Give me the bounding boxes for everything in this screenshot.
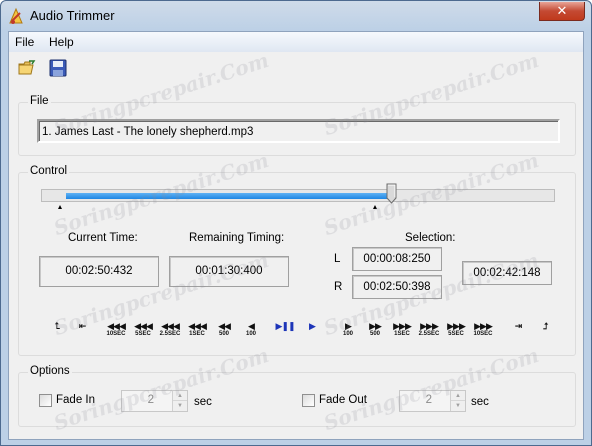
set-left-marker-icon: ⮤ <box>54 321 60 331</box>
position-slider-track[interactable] <box>41 189 555 202</box>
remaining-time-display: 00:01:30:400 <box>169 256 289 287</box>
open-folder-icon[interactable] <box>18 59 36 77</box>
forward-500-button[interactable]: ▶▶ 500 <box>363 321 387 343</box>
fade-out-up-icon[interactable]: ▲ <box>451 391 465 401</box>
fade-out-unit: sec <box>471 396 489 408</box>
app-window: Audio Trimmer ✕ File Help File 1. James … <box>0 0 592 446</box>
set-right-marker-icon: ⮥ <box>542 321 548 331</box>
go-to-right-marker-button[interactable]: ⇥ <box>506 321 530 343</box>
app-icon <box>9 7 23 24</box>
fade-out-checkbox[interactable] <box>302 394 315 407</box>
current-time-label: Current Time: <box>68 232 138 244</box>
back-5sec-icon: ◀◀◀ <box>134 321 153 331</box>
fade-out-value: 2 <box>425 394 432 406</box>
left-time-label: L <box>334 253 341 265</box>
options-group <box>18 372 576 427</box>
forward-100-icon: ▶ <box>345 321 352 331</box>
back-2.5sec-icon: ◀◀◀ <box>161 321 180 331</box>
go-to-left-marker-icon: ⇤ <box>78 321 86 331</box>
fade-in-unit: sec <box>194 396 212 408</box>
left-marker-icon <box>58 205 62 209</box>
menu-help[interactable]: Help <box>49 35 74 49</box>
back-2.5sec-button[interactable]: ◀◀◀ 2.5SEC <box>158 321 182 343</box>
current-time-display: 00:02:50:432 <box>39 256 159 287</box>
back-1sec-icon: ◀◀◀ <box>188 321 207 331</box>
back-10sec-button[interactable]: ◀◀◀ 10SEC <box>104 321 128 343</box>
transport-step-label: 10SEC <box>106 331 126 337</box>
fade-in-down-icon[interactable]: ▼ <box>173 401 187 411</box>
forward-5sec-button[interactable]: ▶▶▶ 5SEC <box>444 321 468 343</box>
right-time-label: R <box>334 281 343 293</box>
toolbar <box>9 52 583 82</box>
back-5sec-button[interactable]: ◀◀◀ 5SEC <box>131 321 155 343</box>
remaining-time-label: Remaining Timing: <box>189 232 285 244</box>
transport-step-label: 5SEC <box>448 331 464 337</box>
forward-100-button[interactable]: ▶ 100 <box>336 321 360 343</box>
fade-in-stepper[interactable]: 2 ▲ ▼ <box>121 390 188 412</box>
close-icon: ✕ <box>556 3 568 18</box>
fade-in-label: Fade In <box>56 394 95 406</box>
save-disk-icon[interactable] <box>49 59 67 77</box>
transport-step-label: 5SEC <box>135 331 151 337</box>
file-group-label: File <box>28 95 51 107</box>
transport-step-label: 1SEC <box>394 331 410 337</box>
window-title: Audio Trimmer <box>30 8 115 23</box>
left-time-display: 00:00:08:250 <box>352 247 442 271</box>
right-marker-icon <box>373 205 377 209</box>
go-to-left-marker-button[interactable]: ⇤ <box>70 321 94 343</box>
transport-step-label: 500 <box>369 331 380 337</box>
position-slider-fill <box>66 193 387 199</box>
control-group-label: Control <box>28 165 70 177</box>
fade-in-value: 2 <box>147 394 154 406</box>
position-slider-thumb[interactable] <box>386 183 397 204</box>
back-500-icon: ◀◀ <box>218 321 231 331</box>
back-100-button[interactable]: ◀ 100 <box>239 321 263 343</box>
play-selection-icon: ▶ <box>309 321 316 331</box>
right-time-display: 00:02:50:398 <box>352 275 442 299</box>
fade-in-checkbox[interactable] <box>39 394 52 407</box>
go-to-right-marker-icon: ⇥ <box>514 321 522 331</box>
options-group-label: Options <box>28 365 72 377</box>
forward-500-icon: ▶▶ <box>369 321 382 331</box>
selection-label: Selection: <box>405 232 456 244</box>
transport-step-label: 2.5SEC <box>418 331 440 337</box>
filename-field[interactable]: 1. James Last - The lonely shepherd.mp3 <box>37 119 560 143</box>
title-bar[interactable]: Audio Trimmer ✕ <box>1 1 591 31</box>
forward-5sec-icon: ▶▶▶ <box>447 321 466 331</box>
set-left-marker-button[interactable]: ⮤ <box>45 321 69 343</box>
fade-out-stepper[interactable]: 2 ▲ ▼ <box>399 390 466 412</box>
forward-1sec-icon: ▶▶▶ <box>393 321 412 331</box>
fade-in-up-icon[interactable]: ▲ <box>173 391 187 401</box>
close-button[interactable]: ✕ <box>539 2 585 21</box>
transport-step-label: 10SEC <box>473 331 493 337</box>
back-1sec-button[interactable]: ◀◀◀ 1SEC <box>185 321 209 343</box>
transport-step-label: 100 <box>245 331 256 337</box>
back-100-icon: ◀ <box>248 321 255 331</box>
menu-file[interactable]: File <box>15 35 34 49</box>
transport-step-label: 2.5SEC <box>159 331 181 337</box>
selection-length-display: 00:02:42:148 <box>462 261 552 285</box>
forward-10sec-icon: ▶▶▶ <box>474 321 493 331</box>
back-10sec-icon: ◀◀◀ <box>107 321 126 331</box>
transport-step-label: 500 <box>218 331 229 337</box>
menu-bar: File Help <box>9 32 583 52</box>
client-area: File Help File 1. James Last - The lonel… <box>8 31 584 440</box>
transport-step-label: 100 <box>342 331 353 337</box>
forward-2.5sec-button[interactable]: ▶▶▶ 2.5SEC <box>417 321 441 343</box>
back-500-button[interactable]: ◀◀ 500 <box>212 321 236 343</box>
play-pause-icon: ▶❚❚ <box>275 321 295 331</box>
play-selection-button[interactable]: ▶ <box>300 321 324 343</box>
play-pause-button[interactable]: ▶❚❚ <box>273 321 297 343</box>
fade-out-down-icon[interactable]: ▼ <box>451 401 465 411</box>
forward-1sec-button[interactable]: ▶▶▶ 1SEC <box>390 321 414 343</box>
transport-step-label: 1SEC <box>189 331 205 337</box>
forward-10sec-button[interactable]: ▶▶▶ 10SEC <box>471 321 495 343</box>
forward-2.5sec-icon: ▶▶▶ <box>420 321 439 331</box>
fade-out-label: Fade Out <box>319 394 367 406</box>
set-right-marker-button[interactable]: ⮥ <box>533 321 557 343</box>
